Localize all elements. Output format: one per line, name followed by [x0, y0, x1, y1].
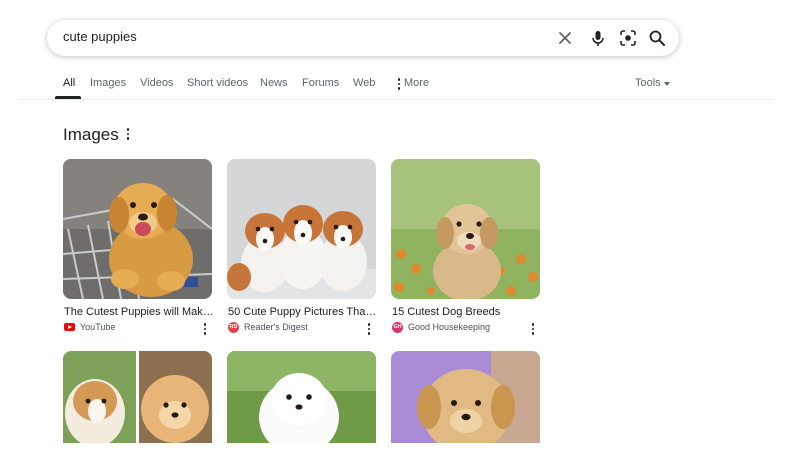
tab-forums[interactable]: Forums [302, 77, 339, 89]
image-result-6[interactable] [391, 351, 540, 443]
more-vertical-icon[interactable] [395, 78, 403, 90]
image-result-1-title[interactable]: The Cutest Puppies will Make... [64, 306, 214, 318]
image-result-1-menu-icon[interactable] [201, 323, 209, 335]
image-result-2[interactable] [227, 159, 376, 299]
tab-all[interactable]: All [63, 77, 75, 89]
tab-web[interactable]: Web [353, 77, 375, 89]
readers-digest-icon: RD [228, 322, 239, 333]
youtube-icon [64, 323, 75, 331]
image-result-3-source[interactable]: Good Housekeeping [408, 322, 490, 332]
image-result-2-title[interactable]: 50 Cute Puppy Pictures That ... [228, 306, 378, 318]
search-box[interactable]: cute puppies [47, 20, 679, 56]
image-result-3-menu-icon[interactable] [529, 323, 537, 335]
tools-caret-icon[interactable] [664, 82, 670, 86]
tab-videos[interactable]: Videos [140, 77, 173, 89]
tab-more[interactable]: More [404, 77, 429, 89]
tab-short-videos[interactable]: Short videos [187, 77, 248, 89]
image-result-1[interactable] [63, 159, 212, 299]
images-section-title: Images [63, 125, 119, 144]
image-result-5[interactable] [227, 351, 376, 443]
good-housekeeping-icon: GH [392, 322, 403, 333]
search-input[interactable]: cute puppies [63, 29, 137, 44]
image-result-4[interactable] [63, 351, 212, 443]
search-icon[interactable] [647, 28, 667, 48]
clear-icon[interactable] [555, 28, 575, 48]
image-result-2-source[interactable]: Reader's Digest [244, 322, 308, 332]
image-result-1-source[interactable]: YouTube [80, 322, 115, 332]
tabs-divider [18, 99, 774, 100]
image-result-2-menu-icon[interactable] [365, 323, 373, 335]
microphone-icon[interactable] [588, 28, 608, 48]
tools-button[interactable]: Tools [635, 77, 661, 89]
image-result-3-title[interactable]: 15 Cutest Dog Breeds [392, 306, 542, 318]
section-menu-icon[interactable] [124, 128, 132, 140]
tab-images[interactable]: Images [90, 77, 126, 89]
lens-camera-icon[interactable] [618, 28, 638, 48]
image-result-3[interactable] [391, 159, 540, 299]
tab-news[interactable]: News [260, 77, 288, 89]
